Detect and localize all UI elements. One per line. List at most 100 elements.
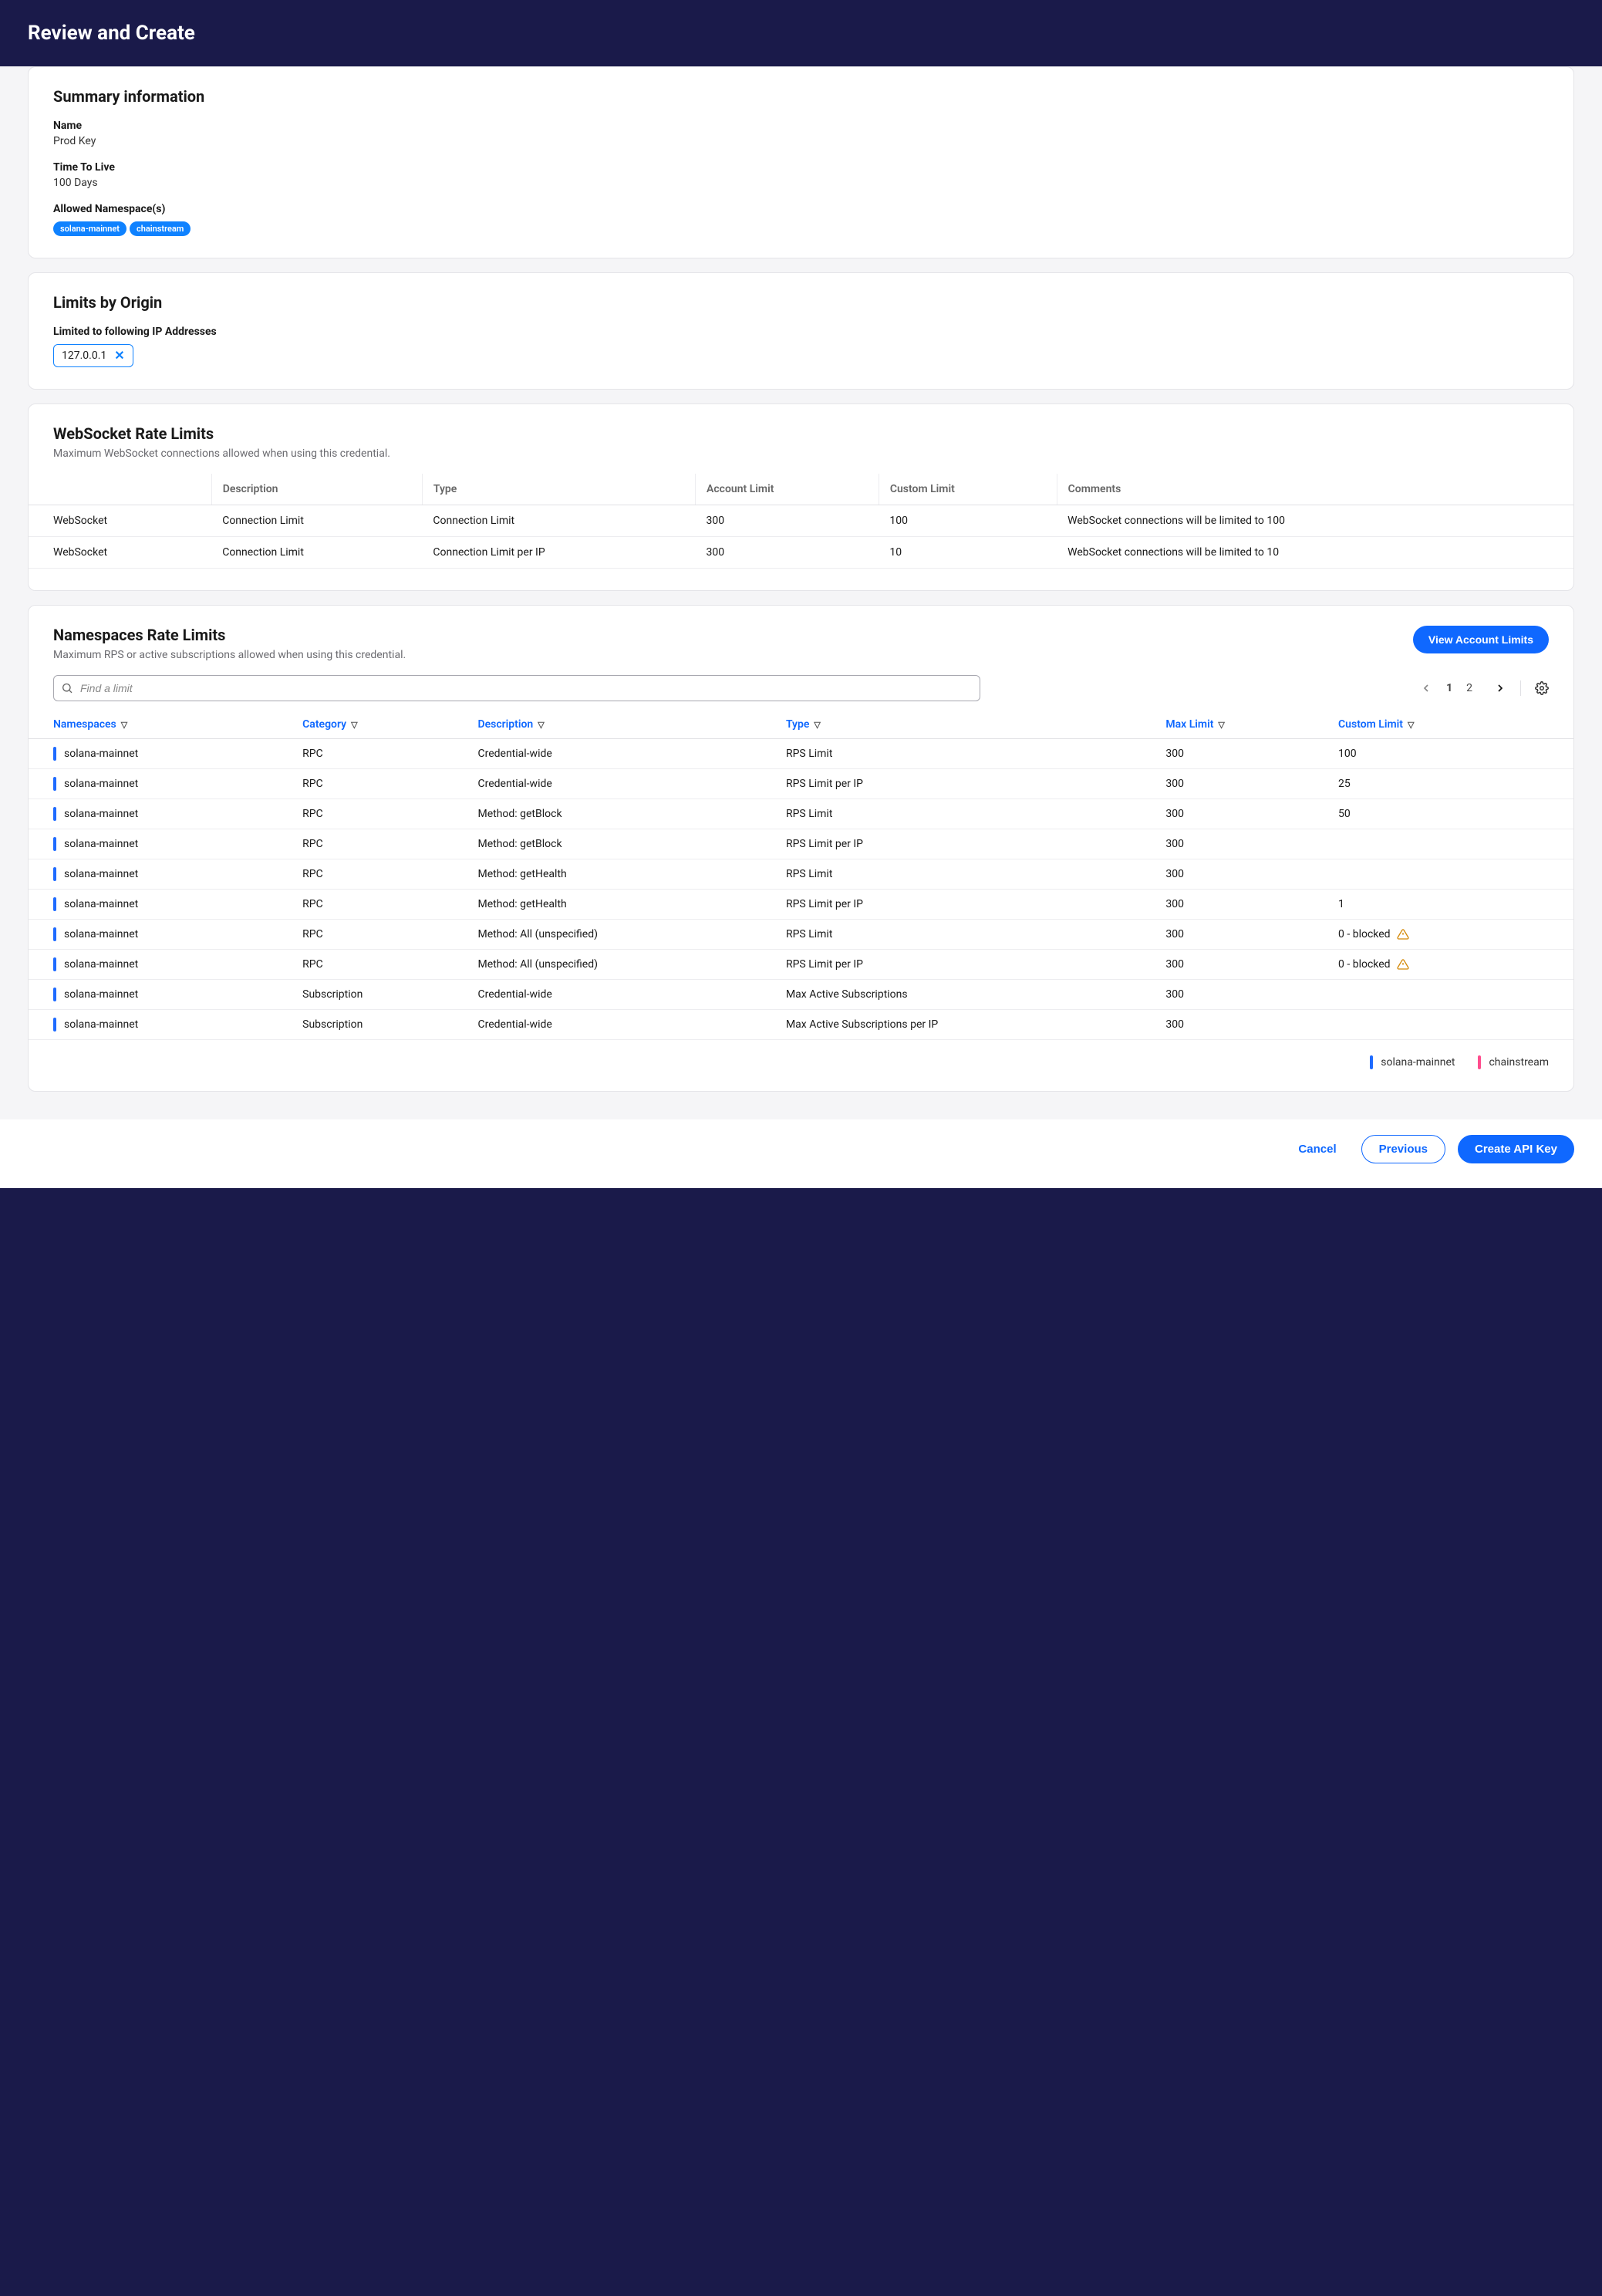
table-row: solana-mainnetRPCMethod: getHealthRPS Li… — [29, 859, 1573, 890]
filter-icon: ▽ — [121, 720, 127, 730]
custom-limit-value: 100 — [1338, 748, 1357, 760]
table-cell: RPC — [293, 799, 468, 829]
namespace-color-bar — [53, 957, 56, 971]
table-cell: 300 — [1156, 799, 1329, 829]
create-api-key-button[interactable]: Create API Key — [1458, 1135, 1574, 1163]
ns-col-type[interactable]: Type▽ — [777, 711, 1156, 739]
custom-limit-cell: 0 - blocked — [1329, 920, 1573, 950]
table-cell: RPC — [293, 920, 468, 950]
namespace-badge: chainstream — [130, 221, 191, 236]
custom-limit-cell: 25 — [1329, 769, 1573, 799]
close-icon[interactable]: ✕ — [114, 349, 124, 362]
table-cell: RPS Limit per IP — [777, 950, 1156, 980]
page-next-icon[interactable] — [1494, 682, 1506, 694]
filter-icon: ▽ — [351, 720, 357, 730]
namespace-name: solana-mainnet — [64, 748, 138, 760]
table-cell: WebSocket — [29, 537, 211, 569]
namespace-color-bar — [53, 988, 56, 1001]
filter-icon: ▽ — [814, 720, 820, 730]
filter-icon: ▽ — [1218, 720, 1224, 730]
ws-col-description: Description — [211, 474, 422, 505]
table-cell: Connection Limit — [422, 505, 695, 537]
page-prev-icon[interactable] — [1420, 682, 1432, 694]
namespace-color-bar — [53, 867, 56, 881]
table-row: WebSocketConnection LimitConnection Limi… — [29, 537, 1573, 569]
table-cell: Method: getBlock — [468, 829, 776, 859]
custom-limit-value: 50 — [1338, 808, 1351, 820]
ws-col-account-limit: Account Limit — [696, 474, 879, 505]
table-cell: Connection Limit — [211, 537, 422, 569]
ns-cell: solana-mainnet — [29, 799, 293, 829]
namespace-name: solana-mainnet — [64, 778, 138, 790]
table-row: solana-mainnetRPCMethod: All (unspecifie… — [29, 920, 1573, 950]
table-cell: RPC — [293, 739, 468, 769]
table-cell: Credential-wide — [468, 980, 776, 1010]
ns-cell: solana-mainnet — [29, 1010, 293, 1040]
previous-button[interactable]: Previous — [1361, 1135, 1445, 1163]
table-cell: 300 — [1156, 1010, 1329, 1040]
table-cell: RPS Limit per IP — [777, 769, 1156, 799]
ns-cell: solana-mainnet — [29, 859, 293, 890]
table-cell: RPC — [293, 950, 468, 980]
ip-chip: 127.0.0.1 ✕ — [53, 344, 133, 367]
filter-icon: ▽ — [538, 720, 544, 730]
table-cell: Connection Limit — [211, 505, 422, 537]
ns-col-custom-limit[interactable]: Custom Limit▽ — [1329, 711, 1573, 739]
ns-cell: solana-mainnet — [29, 739, 293, 769]
filter-icon: ▽ — [1408, 720, 1414, 730]
table-row: solana-mainnetRPCMethod: getBlockRPS Lim… — [29, 829, 1573, 859]
table-row: solana-mainnetRPCMethod: getHealthRPS Li… — [29, 890, 1573, 920]
summary-card: Summary information Name Prod Key Time T… — [28, 66, 1574, 258]
ns-cell: solana-mainnet — [29, 950, 293, 980]
legend-label: chainstream — [1489, 1056, 1549, 1069]
ns-subtitle: Maximum RPS or active subscriptions allo… — [53, 649, 406, 661]
table-cell: Credential-wide — [468, 1010, 776, 1040]
table-cell: 300 — [1156, 920, 1329, 950]
ip-chip-list: 127.0.0.1 ✕ — [53, 341, 1549, 367]
table-row: solana-mainnetRPCMethod: getBlockRPS Lim… — [29, 799, 1573, 829]
table-cell: Subscription — [293, 980, 468, 1010]
ns-col-max-limit[interactable]: Max Limit▽ — [1156, 711, 1329, 739]
custom-limit-cell: 0 - blocked — [1329, 950, 1573, 980]
table-cell: RPC — [293, 890, 468, 920]
page-number[interactable]: 2 — [1463, 680, 1476, 696]
ns-col-description[interactable]: Description▽ — [468, 711, 776, 739]
summary-ns-field: Allowed Namespace(s) solana-mainnetchain… — [53, 203, 1549, 236]
search-input[interactable] — [53, 675, 980, 701]
custom-limit-value: 1 — [1338, 898, 1344, 910]
table-cell: 300 — [1156, 890, 1329, 920]
summary-name-field: Name Prod Key — [53, 120, 1549, 147]
namespace-name: solana-mainnet — [64, 898, 138, 910]
table-cell: 300 — [1156, 950, 1329, 980]
cancel-button[interactable]: Cancel — [1286, 1135, 1348, 1163]
ns-col-category[interactable]: Category▽ — [293, 711, 468, 739]
footer-actions: Cancel Previous Create API Key — [0, 1119, 1602, 1188]
namespace-color-bar — [53, 807, 56, 821]
ws-title: WebSocket Rate Limits — [53, 424, 1549, 443]
table-cell: RPS Limit per IP — [777, 829, 1156, 859]
pager-divider — [1520, 680, 1521, 696]
table-row: WebSocketConnection LimitConnection Limi… — [29, 505, 1573, 537]
table-cell: 300 — [1156, 769, 1329, 799]
ws-subtitle: Maximum WebSocket connections allowed wh… — [53, 447, 1549, 460]
ns-cell: solana-mainnet — [29, 890, 293, 920]
page-header: Review and Create — [0, 0, 1602, 76]
namespace-color-bar — [53, 777, 56, 791]
pagination: 12 — [1420, 680, 1549, 696]
legend-label: solana-mainnet — [1381, 1056, 1455, 1069]
view-account-limits-button[interactable]: View Account Limits — [1413, 626, 1549, 653]
table-cell: 100 — [879, 505, 1057, 537]
namespace-name: solana-mainnet — [64, 808, 138, 820]
custom-limit-cell — [1329, 1010, 1573, 1040]
table-cell: Credential-wide — [468, 769, 776, 799]
page-number[interactable]: 1 — [1443, 680, 1455, 696]
websocket-card: WebSocket Rate Limits Maximum WebSocket … — [28, 403, 1574, 591]
ns-cell: solana-mainnet — [29, 829, 293, 859]
search-wrapper — [53, 675, 980, 701]
ns-col-namespaces[interactable]: Namespaces▽ — [29, 711, 293, 739]
settings-icon[interactable] — [1535, 681, 1549, 695]
table-row: solana-mainnetRPCCredential-wideRPS Limi… — [29, 739, 1573, 769]
ip-chip-value: 127.0.0.1 — [62, 349, 106, 362]
namespace-name: solana-mainnet — [64, 958, 138, 971]
custom-limit-value: 0 - blocked — [1338, 958, 1391, 971]
